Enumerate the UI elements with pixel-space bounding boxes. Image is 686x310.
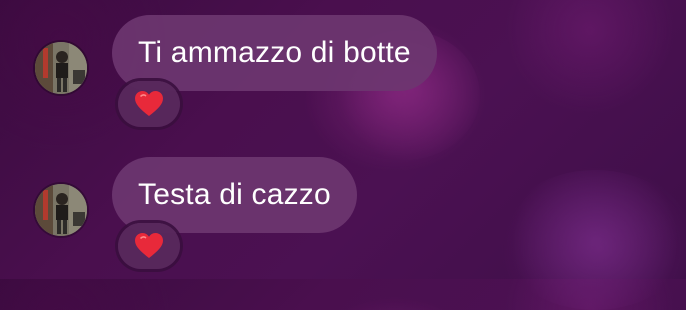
message-bubble[interactable]: Ti ammazzo di botte — [112, 15, 437, 91]
avatar-photo-icon — [35, 184, 87, 236]
red-heart-icon — [135, 91, 163, 116]
message-text: Testa di cazzo — [138, 178, 331, 211]
message-bubble[interactable]: Testa di cazzo — [112, 157, 357, 233]
avatar[interactable] — [35, 184, 87, 236]
avatar-photo-icon — [35, 42, 87, 94]
avatar[interactable] — [35, 42, 87, 94]
red-heart-icon — [135, 233, 163, 258]
message-text: Ti ammazzo di botte — [138, 36, 411, 69]
background-glow — [500, 170, 686, 310]
reaction-pill[interactable] — [118, 81, 180, 127]
reaction-pill[interactable] — [118, 223, 180, 269]
